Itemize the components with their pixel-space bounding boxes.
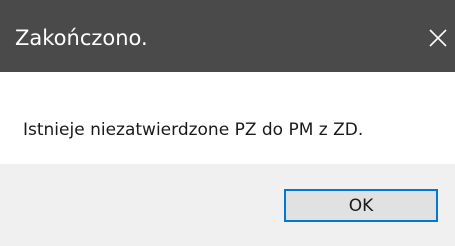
title-bar[interactable]: Zakończono.	[0, 0, 455, 72]
dialog-footer: OK	[0, 164, 455, 246]
ok-button[interactable]: OK	[284, 189, 438, 222]
dialog-content: Istnieje niezatwierdzone PZ do PM z ZD.	[0, 72, 455, 164]
dialog-title: Zakończono.	[15, 26, 148, 50]
close-icon	[428, 28, 448, 48]
close-button[interactable]	[421, 18, 455, 58]
dialog-message: Istnieje niezatwierdzone PZ do PM z ZD.	[23, 120, 364, 140]
message-dialog: Zakończono. Istnieje niezatwierdzone PZ …	[0, 0, 455, 246]
